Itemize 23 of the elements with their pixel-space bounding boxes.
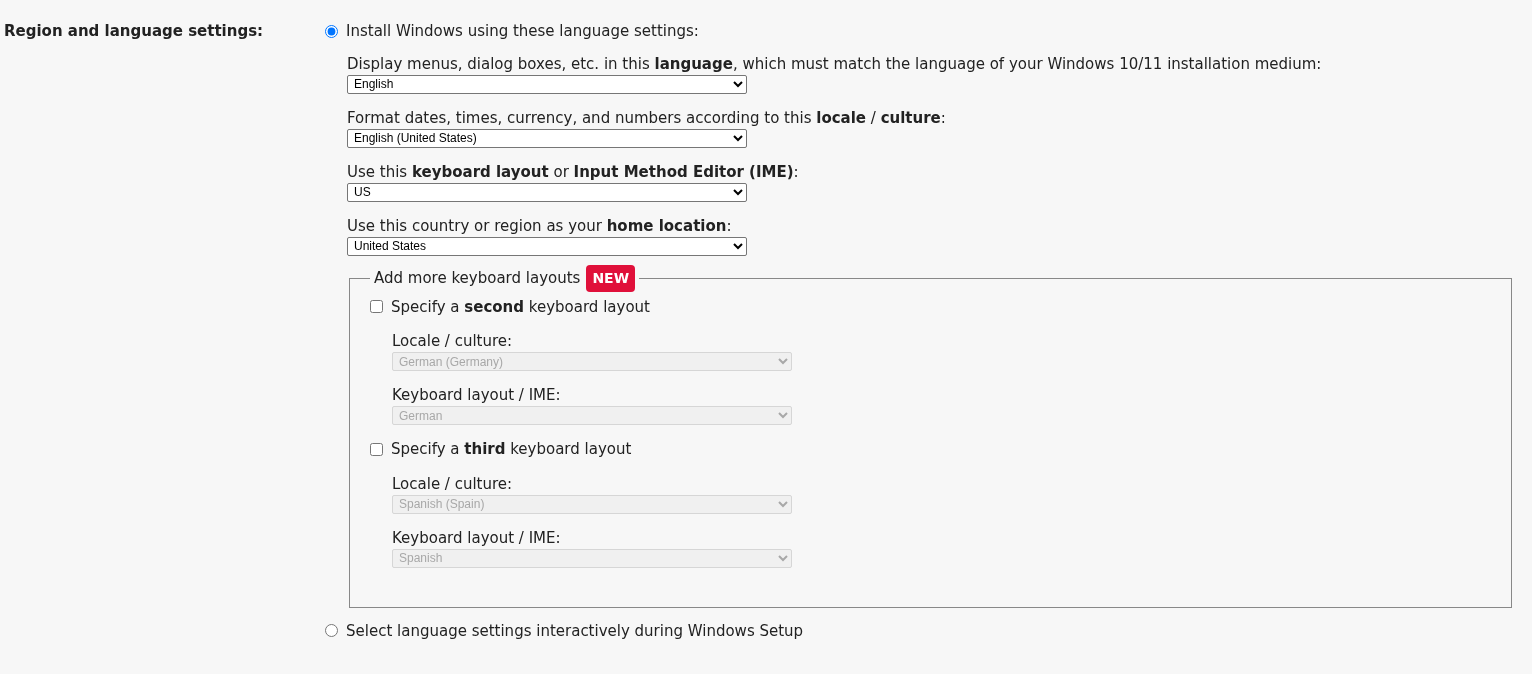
dropdown-field[interactable]: US [347,182,747,202]
new-badge: NEW [586,264,636,292]
option-label: Install Windows using these language settings: [346,21,699,42]
checkbox[interactable] [370,442,383,456]
setting-label: Use this country or region as your home location: [347,215,733,237]
setting-label: Format dates, times, currency, and numbers according to this locale / culture: [347,107,947,129]
checkbox-label: Specify a second keyboard layout [391,296,650,318]
setting-label: Display menus, dialog boxes, etc. in this language, which must match the language of your Windows 10/11 installation medium: [347,53,1323,75]
dropdown-field[interactable]: English (United States) [347,128,747,148]
checkbox-label: Specify a third keyboard layout [391,439,632,460]
section-label: Region and language settings: [4,22,264,40]
option-label: Select language settings interactively during Windows Setup [346,620,804,642]
dropdown-field[interactable]: English [347,74,747,94]
field-label: Locale / culture: [392,473,514,495]
setting-label: Use this keyboard layout or Input Method Editor (IME): [347,161,800,183]
radio-button[interactable] [325,624,338,638]
group-legend: Add more keyboard layouts [374,266,581,290]
field-label: Keyboard layout / IME: [392,385,562,406]
checkbox[interactable] [370,300,383,314]
field-label: Keyboard layout / IME: [392,527,562,549]
radio-button[interactable] [325,24,338,38]
field-label: Locale / culture: [392,331,514,352]
dropdown-field[interactable]: United States [347,236,747,256]
